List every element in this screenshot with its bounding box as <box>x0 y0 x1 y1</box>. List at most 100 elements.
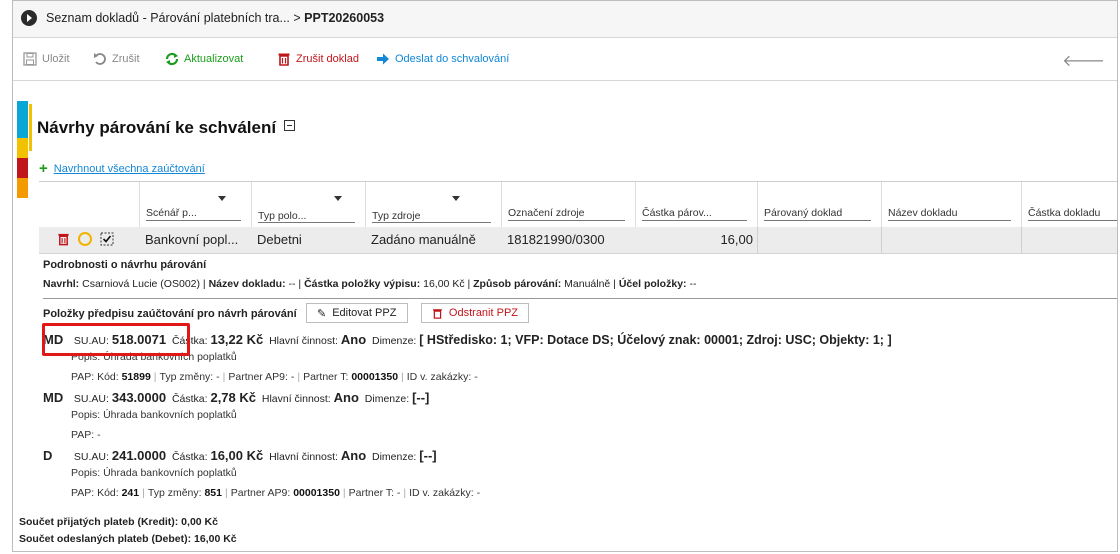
item-su-label: SU.AU: <box>73 451 109 463</box>
cancel-document-button[interactable]: Zrušit doklad <box>277 51 359 67</box>
cell-scenario: Bankovní popl... <box>145 232 239 247</box>
accent-bar-red <box>17 158 28 178</box>
cancel-label: Zrušit <box>112 53 140 65</box>
navrhl-value: Csarniová Lucie (OS002) | <box>79 278 209 290</box>
divider <box>43 298 1117 299</box>
arrow-right-icon <box>377 53 389 65</box>
cancel-document-label: Zrušit doklad <box>296 53 359 65</box>
select-checklist-icon[interactable] <box>100 232 114 246</box>
back-arrow-icon[interactable]: 🡐 <box>1062 50 1105 71</box>
breadcrumb-path[interactable]: Seznam dokladů - Párování platebních tra… <box>46 11 304 25</box>
title-bar: Seznam dokladů - Párování platebních tra… <box>13 1 1117 38</box>
col-scenario-label: Scénář p... <box>146 207 197 219</box>
item-su: 241.0000 <box>111 448 167 463</box>
castka-value: 16,00 Kč | <box>420 278 474 290</box>
id-zakazky: ID v. zakázky: - <box>406 371 478 383</box>
status-circle-icon[interactable] <box>78 232 92 246</box>
col-amount[interactable]: Částka párov... <box>635 182 757 228</box>
save-button[interactable]: Uložit <box>23 51 70 67</box>
sum-credit: Součet přijatých plateb (Kredit): 0,00 K… <box>19 516 218 528</box>
item-dim-label: Dimenze: <box>364 393 410 405</box>
col-amount-label: Částka párov... <box>642 207 712 219</box>
col-source-type[interactable]: Typ zdroje <box>365 182 501 228</box>
castka-label: Částka položky výpisu: <box>304 278 421 290</box>
partner-t: 00001350 <box>351 371 399 383</box>
toolbar: Uložit Zrušit Aktualizovat Zrušit doklad… <box>13 38 1117 81</box>
col-source-id[interactable]: Označení zdroje <box>501 182 635 228</box>
section-marker <box>29 104 32 151</box>
item-popis: Popis: Úhrada bankovních poplatků <box>71 409 237 421</box>
undo-icon <box>94 53 106 65</box>
col-doc-amount[interactable]: Částka dokladu <box>1021 182 1117 228</box>
save-label: Uložit <box>42 53 70 65</box>
collapse-icon[interactable] <box>284 120 296 131</box>
ucel-label: Účel položky: <box>618 278 687 290</box>
trash-icon <box>433 308 442 319</box>
item-hc-label: Hlavní činnost: <box>261 393 331 405</box>
proposal-detail: Podrobnosti o návrhu párování Navrhl: Cs… <box>43 259 1117 290</box>
id-zakazky: ID v. zakázky: - <box>409 487 481 499</box>
add-all-link[interactable]: + Navrhnout všechna zaúčtování <box>39 159 205 177</box>
section-title: Návrhy párování ke schválení <box>37 118 296 138</box>
typ-zmeny: 851 <box>204 487 222 499</box>
cancel-button[interactable]: Zrušit <box>93 51 140 67</box>
navrhl-label: Navrhl: <box>43 278 80 290</box>
partner-ap9: 00001350 <box>293 487 340 499</box>
item-pap: PAP: Kód: 51899 | Typ změny: - | Partner AP9… <box>71 371 478 383</box>
posting-item: MD SU.AU: 343.0000 Částka: 2,78 Kč Hlavn… <box>43 390 429 405</box>
item-dim: [--] <box>412 390 430 405</box>
edit-ppz-button[interactable]: ✎ Editovat PPZ <box>306 303 408 323</box>
nazev-label: Název dokladu: <box>208 278 286 290</box>
sort-arrow-icon[interactable] <box>452 196 460 201</box>
col-doc-amount-label: Částka dokladu <box>1028 207 1101 219</box>
col-item-type[interactable]: Typ polo... <box>251 182 365 228</box>
plus-icon: + <box>39 160 48 177</box>
trash-icon <box>278 53 290 66</box>
item-hc: Ano <box>333 390 359 405</box>
col-paired-doc-label: Párovaný doklad <box>764 207 843 219</box>
remove-ppz-button[interactable]: Odstranit PPZ <box>421 303 529 323</box>
breadcrumb: Seznam dokladů - Párování platebních tra… <box>46 11 384 25</box>
pap-label: PAP: Kód: <box>71 487 119 499</box>
item-dim: [ HStředisko: 1; VFP: Dotace DS; Účelový… <box>419 333 892 347</box>
item-hc-label: Hlavní činnost: <box>269 335 338 347</box>
cell-source-id: 181821990/0300 <box>507 232 605 247</box>
item-dim-label: Dimenze: <box>372 335 417 347</box>
accent-bar-orange <box>17 178 28 198</box>
sort-arrow-icon[interactable] <box>334 196 342 201</box>
item-pap: PAP: - <box>71 429 101 441</box>
refresh-button[interactable]: Aktualizovat <box>165 51 243 67</box>
pap-kod: 241 <box>121 487 140 499</box>
item-hc: Ano <box>340 332 367 347</box>
item-castka: 16,00 Kč <box>210 448 264 463</box>
sort-arrow-icon[interactable] <box>218 196 226 201</box>
col-doc-name[interactable]: Název dokladu <box>881 182 1021 228</box>
table-row[interactable]: Bankovní popl... Debetni Zadáno manuálně… <box>39 227 1117 254</box>
col-doc-name-label: Název dokladu <box>888 207 958 219</box>
pap-kod: 51899 <box>121 371 151 383</box>
send-to-approval-label: Odeslat do schvalování <box>395 53 510 65</box>
item-su: 343.0000 <box>111 390 167 405</box>
sum-debit: Součet odeslaných plateb (Debet): 16,00 … <box>19 533 237 545</box>
send-to-approval-button[interactable]: Odeslat do schvalování <box>376 51 509 67</box>
col-actions <box>39 182 139 228</box>
detail-title: Podrobnosti o návrhu párování <box>43 259 207 271</box>
delete-row-icon[interactable] <box>57 232 70 246</box>
item-hc: Ano <box>340 448 367 463</box>
col-paired-doc[interactable]: Párovaný doklad <box>757 182 881 228</box>
zpusob-value: Manuálně | <box>561 278 619 290</box>
item-side: MD <box>43 390 64 405</box>
document-id: PPT20260053 <box>304 11 385 25</box>
row-actions <box>57 232 114 246</box>
item-dim-label: Dimenze: <box>372 451 417 463</box>
cell-amount: 16,00 <box>720 232 753 247</box>
item-hc-label: Hlavní činnost: <box>269 451 338 463</box>
nazev-value: -- | <box>285 278 305 290</box>
item-side: D <box>43 448 53 463</box>
col-source-type-label: Typ zdroje <box>372 210 421 222</box>
item-castka: 2,78 Kč <box>210 390 257 405</box>
item-dim: [--] <box>419 448 437 463</box>
col-scenario[interactable]: Scénář p... <box>139 182 251 228</box>
detail-summary: Navrhl: Csarniová Lucie (OS002) | Název … <box>43 278 1117 290</box>
remove-ppz-label: Odstranit PPZ <box>448 307 518 319</box>
